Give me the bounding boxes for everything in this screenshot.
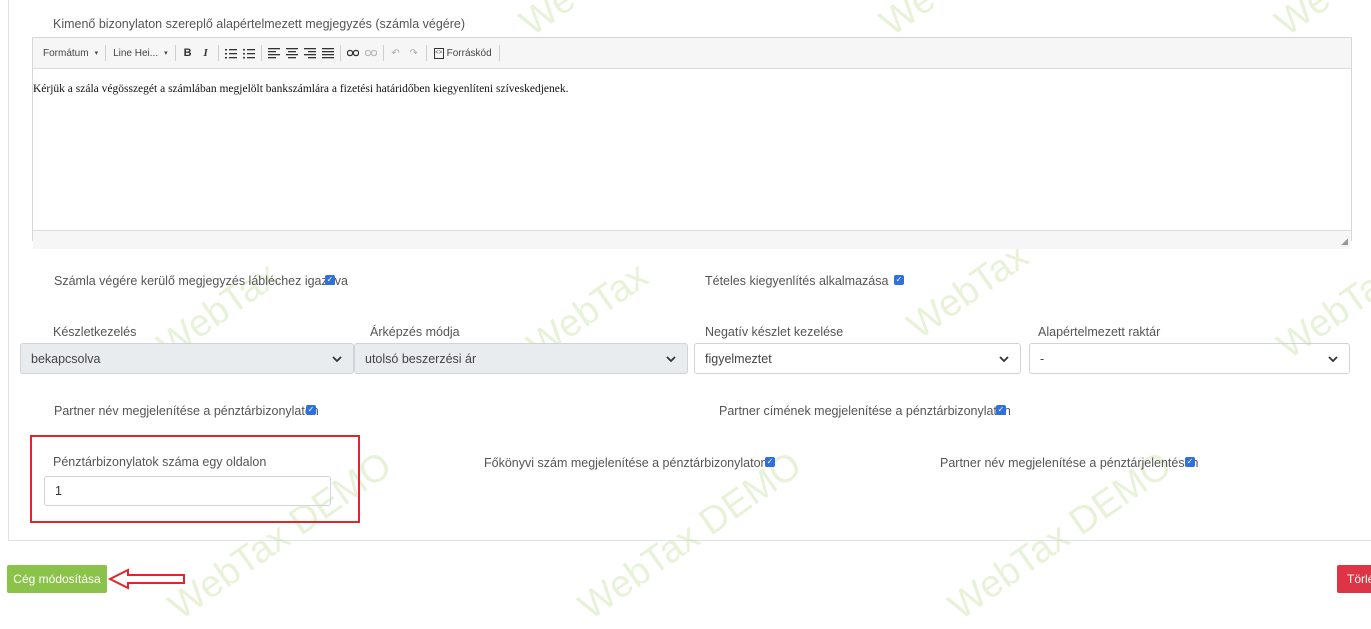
save-company-button[interactable]: Cég módosítása bbox=[7, 565, 107, 593]
unlink-icon[interactable] bbox=[364, 46, 378, 60]
toolbar-separator bbox=[425, 45, 427, 61]
itemized-settlement-checkbox[interactable]: ✓ bbox=[894, 275, 904, 285]
lineheight-label: Line Hei... bbox=[113, 47, 159, 59]
source-code-button[interactable]: <> Forráskód bbox=[430, 43, 496, 63]
delete-button[interactable]: Törlé bbox=[1337, 565, 1371, 593]
editor-text: Kérjük a szála végösszegét a számlában m… bbox=[33, 83, 569, 95]
default-warehouse-select-value: - bbox=[1040, 351, 1045, 366]
negative-stock-select-value: figyelmeztet bbox=[705, 351, 772, 366]
link-icon[interactable] bbox=[346, 46, 360, 60]
caret-down-icon: ▾ bbox=[94, 50, 99, 57]
align-left-icon[interactable] bbox=[267, 46, 281, 60]
toolbar-separator bbox=[382, 45, 384, 61]
partner-name-report-label: Partner név megjelenítése a pénztárjelen… bbox=[940, 456, 1199, 470]
ordered-list-icon[interactable] bbox=[224, 46, 238, 60]
toolbar-separator bbox=[498, 45, 500, 61]
editor-toolbar: Formátum ▾ Line Hei... ▾ B I ↶ ↷ <> Forr… bbox=[33, 38, 1351, 69]
lineheight-dropdown[interactable]: Line Hei... ▾ bbox=[109, 43, 172, 63]
toolbar-separator bbox=[339, 45, 341, 61]
partner-address-cash-checkbox[interactable]: ✓ bbox=[996, 405, 1006, 415]
chevron-down-icon bbox=[1328, 356, 1338, 363]
italic-icon[interactable]: I bbox=[199, 46, 213, 60]
undo-icon[interactable]: ↶ bbox=[389, 46, 403, 60]
partner-name-cash-label: Partner név megjelenítése a pénztárbizon… bbox=[54, 404, 319, 418]
source-icon: <> bbox=[433, 47, 444, 59]
partner-name-report-checkbox[interactable]: ✓ bbox=[1185, 457, 1195, 467]
align-right-icon[interactable] bbox=[303, 46, 317, 60]
inventory-select-value: bekapcsolva bbox=[31, 351, 101, 366]
bold-icon[interactable]: B bbox=[181, 46, 195, 60]
footer-aligned-checkbox[interactable]: ✓ bbox=[325, 275, 335, 285]
chevron-down-icon bbox=[999, 356, 1009, 363]
partner-address-cash-label: Partner címének megjelenítése a pénztárb… bbox=[719, 404, 1011, 418]
toolbar-separator bbox=[217, 45, 219, 61]
arrow-left-icon bbox=[108, 568, 185, 590]
inventory-select[interactable]: bekapcsolva bbox=[20, 343, 354, 374]
itemized-settlement-label: Tételes kiegyenlítés alkalmazása bbox=[705, 274, 889, 288]
default-warehouse-select[interactable]: - bbox=[1029, 343, 1350, 374]
pricing-label: Árképzés módja bbox=[370, 325, 460, 339]
rich-text-editor: Formátum ▾ Line Hei... ▾ B I ↶ ↷ <> Forr… bbox=[32, 37, 1352, 249]
format-dropdown[interactable]: Formátum ▾ bbox=[39, 43, 102, 63]
docs-per-page-value: 1 bbox=[55, 484, 62, 498]
editor-content[interactable]: Kérjük a szála végösszegét a számlában m… bbox=[33, 69, 1351, 230]
chevron-down-icon bbox=[332, 356, 342, 363]
footer-aligned-label: Számla végére kerülő megjegyzés lábléche… bbox=[54, 274, 348, 288]
source-label: Forráskód bbox=[446, 47, 492, 59]
editor-label: Kimenő bizonylaton szereplő alapértelmez… bbox=[53, 17, 466, 31]
docs-per-page-input[interactable]: 1 bbox=[44, 476, 331, 506]
ledger-number-checkbox[interactable]: ✓ bbox=[765, 457, 775, 467]
toolbar-separator bbox=[105, 45, 107, 61]
default-warehouse-label: Alapértelmezett raktár bbox=[1038, 325, 1161, 339]
redo-icon[interactable]: ↷ bbox=[407, 46, 421, 60]
unordered-list-icon[interactable] bbox=[242, 46, 256, 60]
toolbar-separator bbox=[174, 45, 176, 61]
pricing-select[interactable]: utolsó beszerzési ár bbox=[354, 343, 688, 374]
pricing-select-value: utolsó beszerzési ár bbox=[365, 351, 477, 366]
editor-statusbar: ◢ bbox=[33, 230, 1351, 249]
ledger-number-label: Főkönyvi szám megjelenítése a pénztárbiz… bbox=[484, 456, 768, 470]
docs-per-page-label: Pénztárbizonylatok száma egy oldalon bbox=[53, 455, 267, 469]
align-center-icon[interactable] bbox=[285, 46, 299, 60]
resize-handle-icon[interactable]: ◢ bbox=[1341, 236, 1348, 247]
format-label: Formátum bbox=[43, 47, 89, 59]
negative-stock-select[interactable]: figyelmeztet bbox=[694, 343, 1021, 374]
inventory-label: Készletkezelés bbox=[53, 325, 137, 339]
caret-down-icon: ▾ bbox=[164, 50, 168, 57]
chevron-down-icon bbox=[666, 356, 676, 363]
partner-name-cash-checkbox[interactable]: ✓ bbox=[306, 405, 316, 415]
toolbar-separator bbox=[260, 45, 262, 61]
negative-stock-label: Negatív készlet kezelése bbox=[705, 325, 844, 339]
align-justify-icon[interactable] bbox=[321, 46, 335, 60]
